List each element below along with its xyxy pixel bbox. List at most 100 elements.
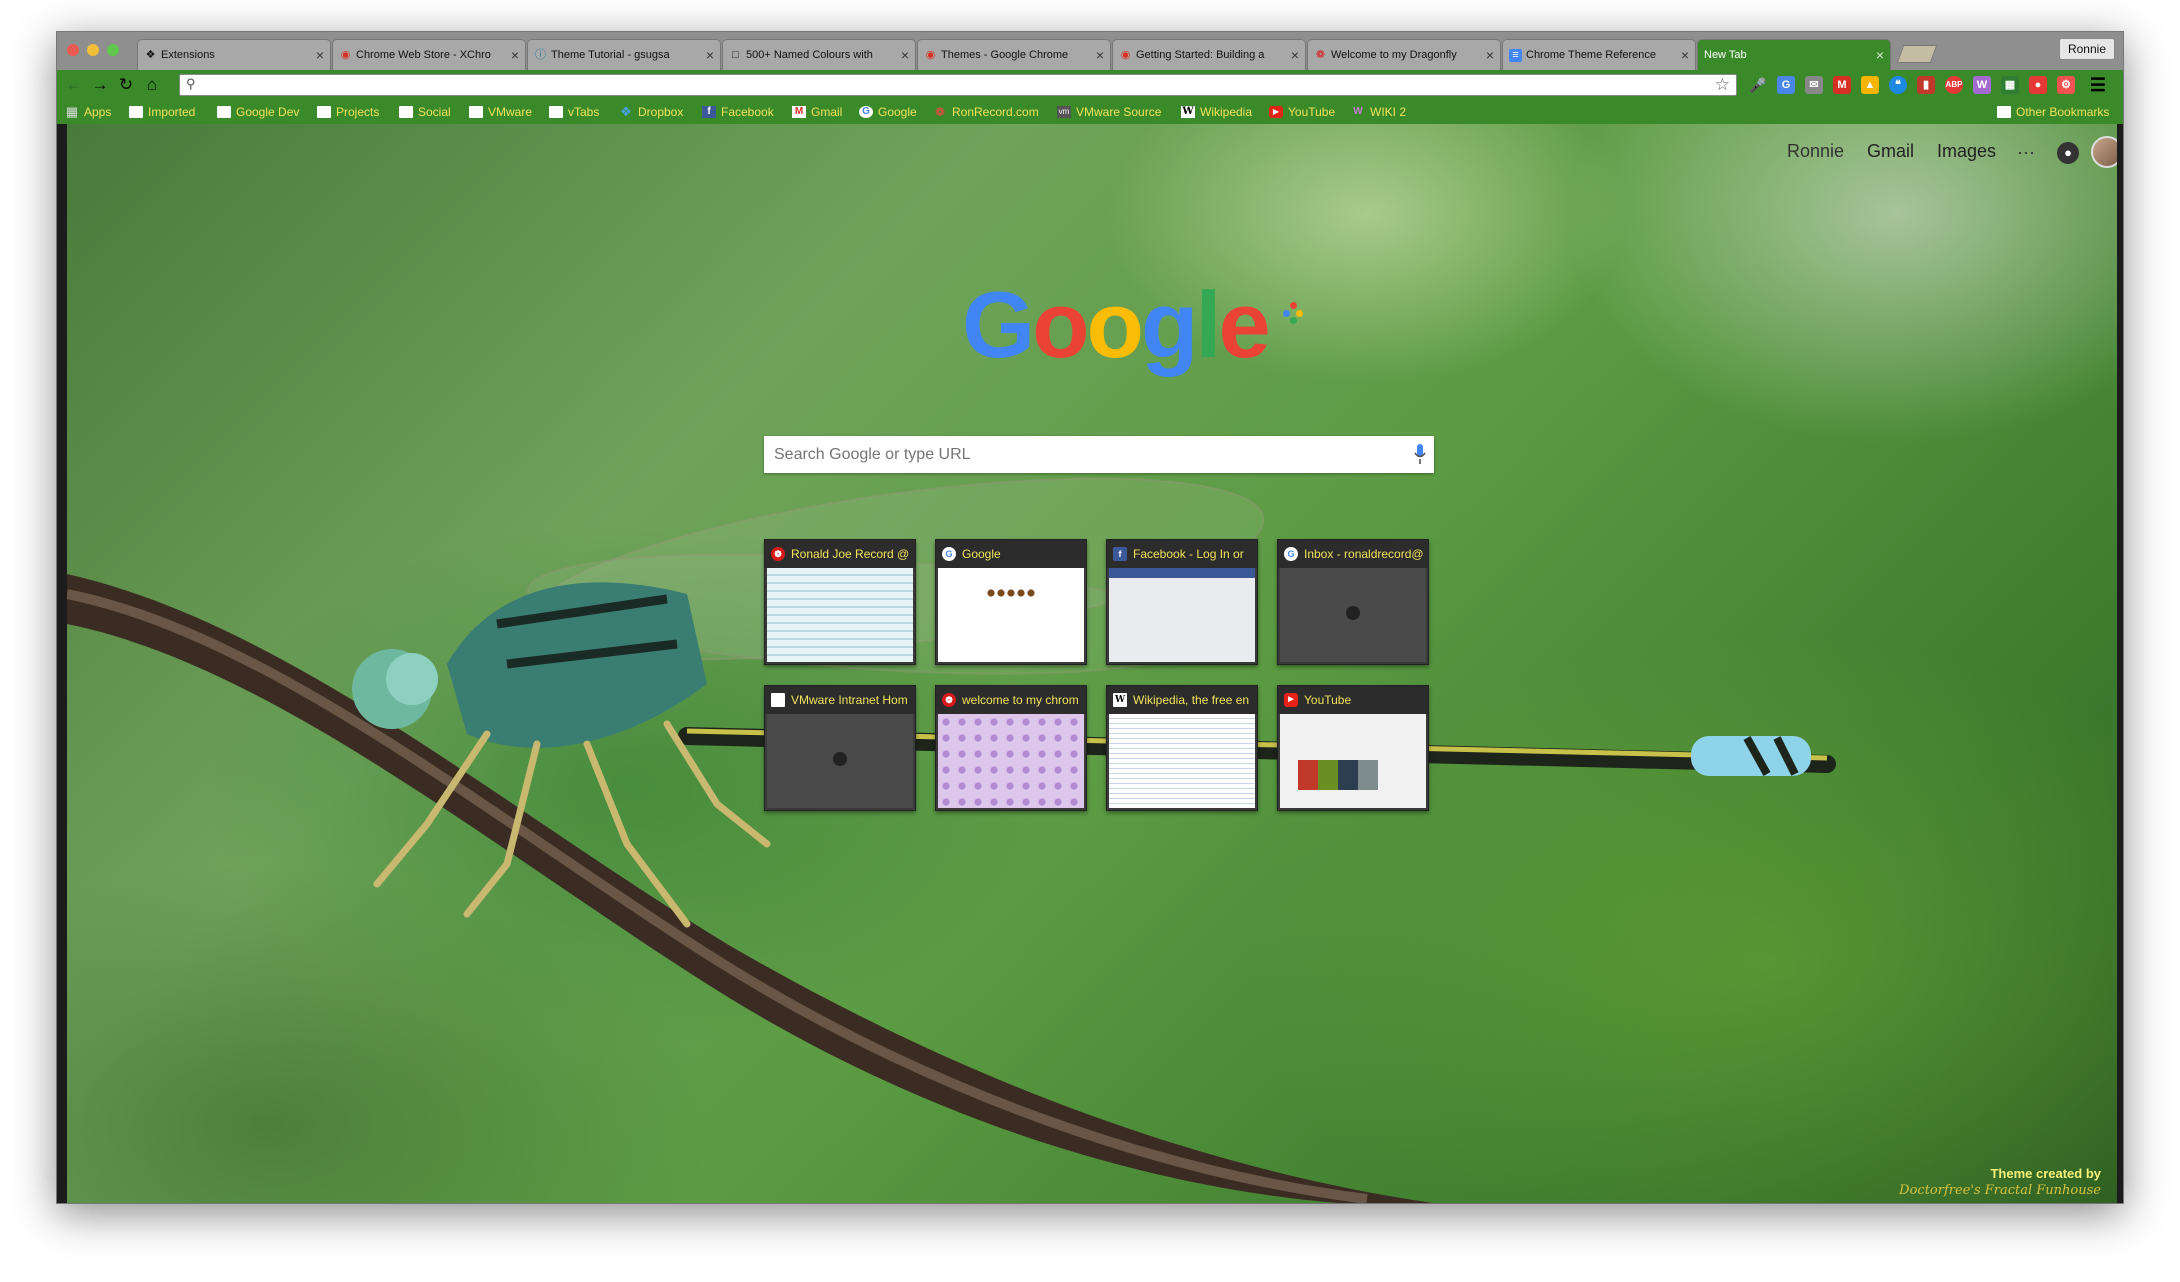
most-visited-tile[interactable]: f Facebook - Log In or [1106, 539, 1258, 665]
microphone-icon[interactable] [1414, 443, 1426, 465]
browser-window: ❖ Extensions × ◉ Chrome Web Store - XChr… [56, 31, 2124, 1204]
tile-thumbnail [1109, 568, 1255, 662]
adblock-plus-icon[interactable]: ABP [1945, 76, 1963, 94]
close-icon[interactable]: × [1681, 47, 1689, 63]
new-tab-button[interactable] [1896, 45, 1938, 63]
sheets-icon[interactable]: ▦ [2001, 76, 2019, 94]
translate-icon[interactable]: G [1777, 76, 1795, 94]
bookmark-vmware[interactable]: VMware [469, 104, 532, 120]
profile-button[interactable]: Ronnie [2058, 38, 2115, 60]
zoom-window-button[interactable] [107, 44, 119, 56]
bookmark-star-icon[interactable]: ☆ [1715, 75, 1730, 95]
bookmark-imported[interactable]: Imported [129, 104, 195, 120]
bookmark-vmware-source[interactable]: vm VMware Source [1057, 104, 1161, 120]
search-box[interactable] [764, 436, 1434, 473]
apps-icon: ▦ [65, 104, 79, 119]
hangouts-icon[interactable]: ❝ [1889, 76, 1907, 94]
menu-icon[interactable]: ☰ [2089, 76, 2107, 94]
bookmark-label: Projects [336, 105, 380, 119]
bookmark-youtube[interactable]: ▶ YouTube [1269, 104, 1335, 120]
bookmark-label: Dropbox [638, 105, 684, 119]
bookmark-gmail[interactable]: M Gmail [792, 104, 842, 120]
most-visited-tile[interactable]: ▶ YouTube [1277, 685, 1429, 811]
omnibox[interactable]: ⚲ ☆ [179, 74, 1737, 96]
assistant-dots-icon [1283, 302, 1305, 324]
back-arrow-icon[interactable]: ← [63, 74, 85, 96]
title-bar: ❖ Extensions × ◉ Chrome Web Store - XChr… [57, 32, 2123, 70]
tab-named-colours[interactable]: □ 500+ Named Colours with × [722, 39, 916, 70]
close-icon[interactable]: × [316, 47, 324, 63]
bookmark-wikipedia[interactable]: W Wikipedia [1181, 104, 1252, 120]
dragonfly-icon: ❁ [771, 547, 785, 561]
extension-icon[interactable]: ● [2029, 76, 2047, 94]
tab-chrome-web-store[interactable]: ◉ Chrome Web Store - XChro × [332, 39, 526, 70]
bookmark-ronrecord[interactable]: ❁ RonRecord.com [933, 104, 1039, 120]
close-icon[interactable]: × [1876, 47, 1884, 63]
bookmark-label: Facebook [721, 105, 774, 119]
close-icon[interactable]: × [901, 47, 909, 63]
images-link[interactable]: Images [1937, 141, 1996, 162]
forward-arrow-icon[interactable]: → [89, 74, 111, 96]
tab-title: Getting Started: Building a [1136, 49, 1265, 61]
microphone-icon[interactable]: 🎤 [1749, 76, 1767, 94]
bookmark-social[interactable]: Social [399, 104, 451, 120]
home-icon[interactable]: ⌂ [141, 74, 163, 96]
extension-icon[interactable]: ⚙ [2057, 76, 2075, 94]
google-logo: Google [962, 272, 1271, 377]
notifications-bell-icon[interactable]: ● [2057, 142, 2079, 164]
apps-grid-icon[interactable]: ⋯ [2017, 144, 2035, 162]
tab-extensions[interactable]: ❖ Extensions × [137, 39, 331, 70]
close-icon[interactable]: × [706, 47, 714, 63]
wiki-extension-icon[interactable]: W [1973, 76, 1991, 94]
most-visited-tile[interactable]: VMware Intranet Hom [764, 685, 916, 811]
tab-welcome-dragonfly[interactable]: ❁ Welcome to my Dragonfly × [1307, 39, 1501, 70]
close-icon[interactable]: × [511, 47, 519, 63]
reload-icon[interactable]: ↻ [115, 74, 137, 96]
tile-title: Facebook - Log In or [1133, 547, 1244, 561]
bookmark-google[interactable]: G Google [859, 104, 917, 120]
tab-getting-started[interactable]: ◉ Getting Started: Building a × [1112, 39, 1306, 70]
most-visited-tile[interactable]: ❁ welcome to my chrom [935, 685, 1087, 811]
bookmark-vtabs[interactable]: vTabs [549, 104, 599, 120]
bookmark-label: Social [418, 105, 451, 119]
drive-icon[interactable]: ▲ [1861, 76, 1879, 94]
google-icon: G [942, 547, 956, 561]
close-window-button[interactable] [67, 44, 79, 56]
mail-checker-icon[interactable]: ✉ [1805, 76, 1823, 94]
gmail-link[interactable]: Gmail [1867, 141, 1914, 162]
search-icon: ⚲ [186, 76, 196, 91]
bookmark-wiki2[interactable]: W WIKI 2 [1351, 104, 1406, 120]
most-visited-tile[interactable]: G Inbox - ronaldrecord@ [1277, 539, 1429, 665]
bookmark-dropbox[interactable]: ❖ Dropbox [619, 104, 683, 120]
tab-new-tab[interactable]: New Tab × [1697, 39, 1891, 70]
close-icon[interactable]: × [1486, 47, 1494, 63]
bookmark-apps[interactable]: ▦ Apps [65, 104, 112, 120]
user-name-link[interactable]: Ronnie [1787, 141, 1844, 162]
search-input[interactable] [774, 445, 1374, 465]
bookmark-google-dev[interactable]: Google Dev [217, 104, 299, 120]
bookmark-facebook[interactable]: f Facebook [702, 104, 774, 120]
close-icon[interactable]: × [1291, 47, 1299, 63]
bookmark-projects[interactable]: Projects [317, 104, 379, 120]
most-visited-tile[interactable]: ❁ Ronald Joe Record @ [764, 539, 916, 665]
tab-title: Chrome Web Store - XChro [356, 49, 491, 61]
wikipedia-icon: W [1181, 106, 1195, 118]
avatar[interactable] [2091, 136, 2117, 168]
wikipedia-icon: W [1113, 693, 1127, 707]
docs-icon: ≡ [1509, 48, 1522, 62]
youtube-icon: ▶ [1269, 106, 1283, 118]
tab-theme-tutorial[interactable]: ⓘ Theme Tutorial - gsugsa × [527, 39, 721, 70]
bookmark-label: Gmail [811, 105, 843, 119]
tile-title: YouTube [1304, 693, 1352, 707]
most-visited-tile[interactable]: W Wikipedia, the free en [1106, 685, 1258, 811]
theme-credit-line2[interactable]: Doctorfree's Fractal Funhouse [1899, 1182, 2101, 1199]
minimize-window-button[interactable] [87, 44, 99, 56]
bookmark-other[interactable]: Other Bookmarks [1997, 104, 2109, 120]
address-input[interactable] [204, 77, 1694, 93]
close-icon[interactable]: × [1096, 47, 1104, 63]
gmail-icon[interactable]: M [1833, 76, 1851, 94]
tab-themes-google-chrome[interactable]: ◉ Themes - Google Chrome × [917, 39, 1111, 70]
most-visited-tile[interactable]: G Google [935, 539, 1087, 665]
tab-chrome-theme-reference[interactable]: ≡ Chrome Theme Reference × [1502, 39, 1696, 70]
bookmark-manager-icon[interactable]: ▮ [1917, 76, 1935, 94]
